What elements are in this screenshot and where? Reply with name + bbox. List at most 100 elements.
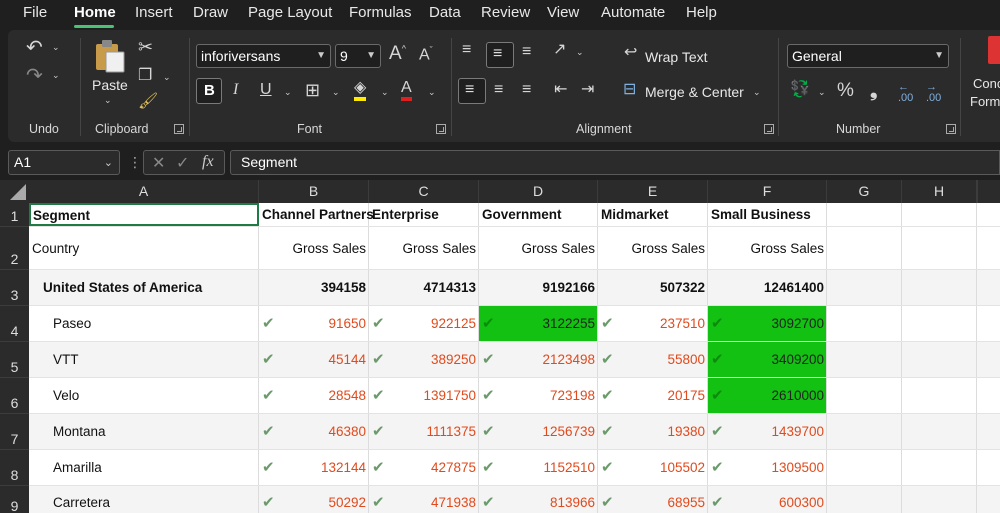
percent-style-button[interactable]: % xyxy=(837,81,854,100)
cell-h7[interactable] xyxy=(902,414,977,449)
italic-button[interactable]: I xyxy=(233,82,238,98)
redo-dropdown-icon[interactable]: ⌄ xyxy=(52,70,60,81)
cell-h4[interactable] xyxy=(902,306,977,341)
cell-f7[interactable]: ✔ 1439700 xyxy=(708,414,827,449)
menu-review[interactable]: Review xyxy=(481,4,530,21)
enter-icon[interactable]: ✓ xyxy=(176,153,189,173)
row-header-5[interactable]: 5 xyxy=(0,342,29,378)
row-header-4[interactable]: 4 xyxy=(0,306,29,342)
column-header-h[interactable]: H xyxy=(902,180,977,203)
column-header-d[interactable]: D xyxy=(479,180,598,203)
menu-help[interactable]: Help xyxy=(686,4,717,21)
font-launcher-icon[interactable] xyxy=(436,124,446,134)
cell-h6[interactable] xyxy=(902,378,977,413)
format-painter-icon[interactable]: 🖌 xyxy=(138,94,158,110)
underline-dropdown-icon[interactable]: ⌄ xyxy=(284,87,292,98)
increase-decimal-button[interactable]: ← .00 xyxy=(898,82,913,104)
cell-e4[interactable]: ✔ 237510 xyxy=(598,306,708,341)
cell-f3[interactable]: 12461400 xyxy=(708,270,827,305)
cell-b6[interactable]: ✔ 28548 xyxy=(259,378,369,413)
cell-d8[interactable]: ✔ 1152510 xyxy=(479,450,598,485)
cell-c2[interactable]: Gross Sales xyxy=(369,227,479,269)
cell-b9[interactable]: ✔ 50292 xyxy=(259,486,369,513)
cell-g9[interactable] xyxy=(827,486,902,513)
orientation-dropdown-icon[interactable]: ⌄ xyxy=(576,47,584,58)
row-header-1[interactable]: 1 xyxy=(0,203,29,227)
paste-label[interactable]: Paste xyxy=(92,77,128,93)
cell-g7[interactable] xyxy=(827,414,902,449)
cell-e8[interactable]: ✔ 105502 xyxy=(598,450,708,485)
shrink-font-icon[interactable]: Aˇ xyxy=(419,46,433,63)
borders-icon[interactable]: ⊞ xyxy=(305,81,320,99)
undo-dropdown-icon[interactable]: ⌄ xyxy=(52,42,60,53)
cell-e7[interactable]: ✔ 19380 xyxy=(598,414,708,449)
borders-dropdown-icon[interactable]: ⌄ xyxy=(332,87,340,98)
menu-insert[interactable]: Insert xyxy=(135,4,173,21)
cell-f5[interactable]: ✔ 3409200 xyxy=(708,342,827,377)
select-all-button[interactable] xyxy=(0,180,29,203)
undo-icon[interactable]: ↶ xyxy=(26,38,43,58)
cell-e6[interactable]: ✔ 20175 xyxy=(598,378,708,413)
menu-home[interactable]: Home xyxy=(74,4,116,21)
cell-a1[interactable]: Segment xyxy=(29,203,259,226)
copy-icon[interactable]: ❐ xyxy=(138,68,152,84)
cell-f9[interactable]: ✔ 600300 xyxy=(708,486,827,513)
align-left-button[interactable]: ≡ xyxy=(458,78,486,104)
menu-formulas[interactable]: Formulas xyxy=(349,4,412,21)
comma-style-button[interactable]: ❟ xyxy=(870,81,877,100)
column-header-b[interactable]: B xyxy=(259,180,369,203)
font-name-combo[interactable]: inforiversans ▼ xyxy=(196,44,331,68)
cell-f2[interactable]: Gross Sales xyxy=(708,227,827,269)
cell-g4[interactable] xyxy=(827,306,902,341)
menu-page-layout[interactable]: Page Layout xyxy=(248,4,332,21)
cancel-icon[interactable]: ✕ xyxy=(152,153,165,173)
alignment-launcher-icon[interactable] xyxy=(764,124,774,134)
formula-input[interactable]: Segment xyxy=(230,150,1000,175)
cell-h1[interactable] xyxy=(902,203,977,226)
cell-a3[interactable]: United States of America xyxy=(29,270,259,305)
font-color-dropdown-icon[interactable]: ⌄ xyxy=(428,87,436,98)
cell-c6[interactable]: ✔ 1391750 xyxy=(369,378,479,413)
cell-g2[interactable] xyxy=(827,227,902,269)
cell-b4[interactable]: ✔ 91650 xyxy=(259,306,369,341)
cell-b2[interactable]: Gross Sales xyxy=(259,227,369,269)
cell-a4[interactable]: Paseo xyxy=(29,306,259,341)
menu-view[interactable]: View xyxy=(547,4,579,21)
cell-h9[interactable] xyxy=(902,486,977,513)
cell-d2[interactable]: Gross Sales xyxy=(479,227,598,269)
cell-d1[interactable]: Government xyxy=(479,203,598,226)
cell-b3[interactable]: 394158 xyxy=(259,270,369,305)
row-header-6[interactable]: 6 xyxy=(0,378,29,414)
cell-a6[interactable]: Velo xyxy=(29,378,259,413)
accounting-dropdown-icon[interactable]: ⌄ xyxy=(818,87,826,98)
fill-color-dropdown-icon[interactable]: ⌄ xyxy=(381,87,389,98)
cell-a7[interactable]: Montana xyxy=(29,414,259,449)
copy-dropdown-icon[interactable]: ⌄ xyxy=(163,72,171,83)
cell-b7[interactable]: ✔ 46380 xyxy=(259,414,369,449)
align-bottom-icon[interactable]: ≡ xyxy=(522,44,531,60)
cell-d4[interactable]: ✔ 3122255 xyxy=(479,306,598,341)
cell-c8[interactable]: ✔ 427875 xyxy=(369,450,479,485)
clipboard-launcher-icon[interactable] xyxy=(174,124,184,134)
merge-center-icon[interactable]: ⊟ xyxy=(623,82,636,98)
cell-h8[interactable] xyxy=(902,450,977,485)
cell-g6[interactable] xyxy=(827,378,902,413)
cell-g8[interactable] xyxy=(827,450,902,485)
row-header-3[interactable]: 3 xyxy=(0,270,29,306)
number-format-combo[interactable]: General ▼ xyxy=(787,44,949,68)
column-header-a[interactable]: A xyxy=(29,180,259,203)
wrap-text-button[interactable]: Wrap Text xyxy=(645,49,708,65)
cell-a5[interactable]: VTT xyxy=(29,342,259,377)
cell-f6[interactable]: ✔ 2610000 xyxy=(708,378,827,413)
cell-g1[interactable] xyxy=(827,203,902,226)
cell-g5[interactable] xyxy=(827,342,902,377)
accounting-format-icon[interactable]: 💱 xyxy=(790,82,810,98)
cell-c9[interactable]: ✔ 471938 xyxy=(369,486,479,513)
cell-e3[interactable]: 507322 xyxy=(598,270,708,305)
paste-icon[interactable] xyxy=(92,38,128,74)
cut-icon[interactable]: ✂ xyxy=(138,38,153,56)
menu-automate[interactable]: Automate xyxy=(601,4,665,21)
decrease-decimal-button[interactable]: → .00 xyxy=(926,82,941,104)
merge-center-button[interactable]: Merge & Center xyxy=(645,84,744,100)
bold-button[interactable]: B xyxy=(196,78,222,104)
